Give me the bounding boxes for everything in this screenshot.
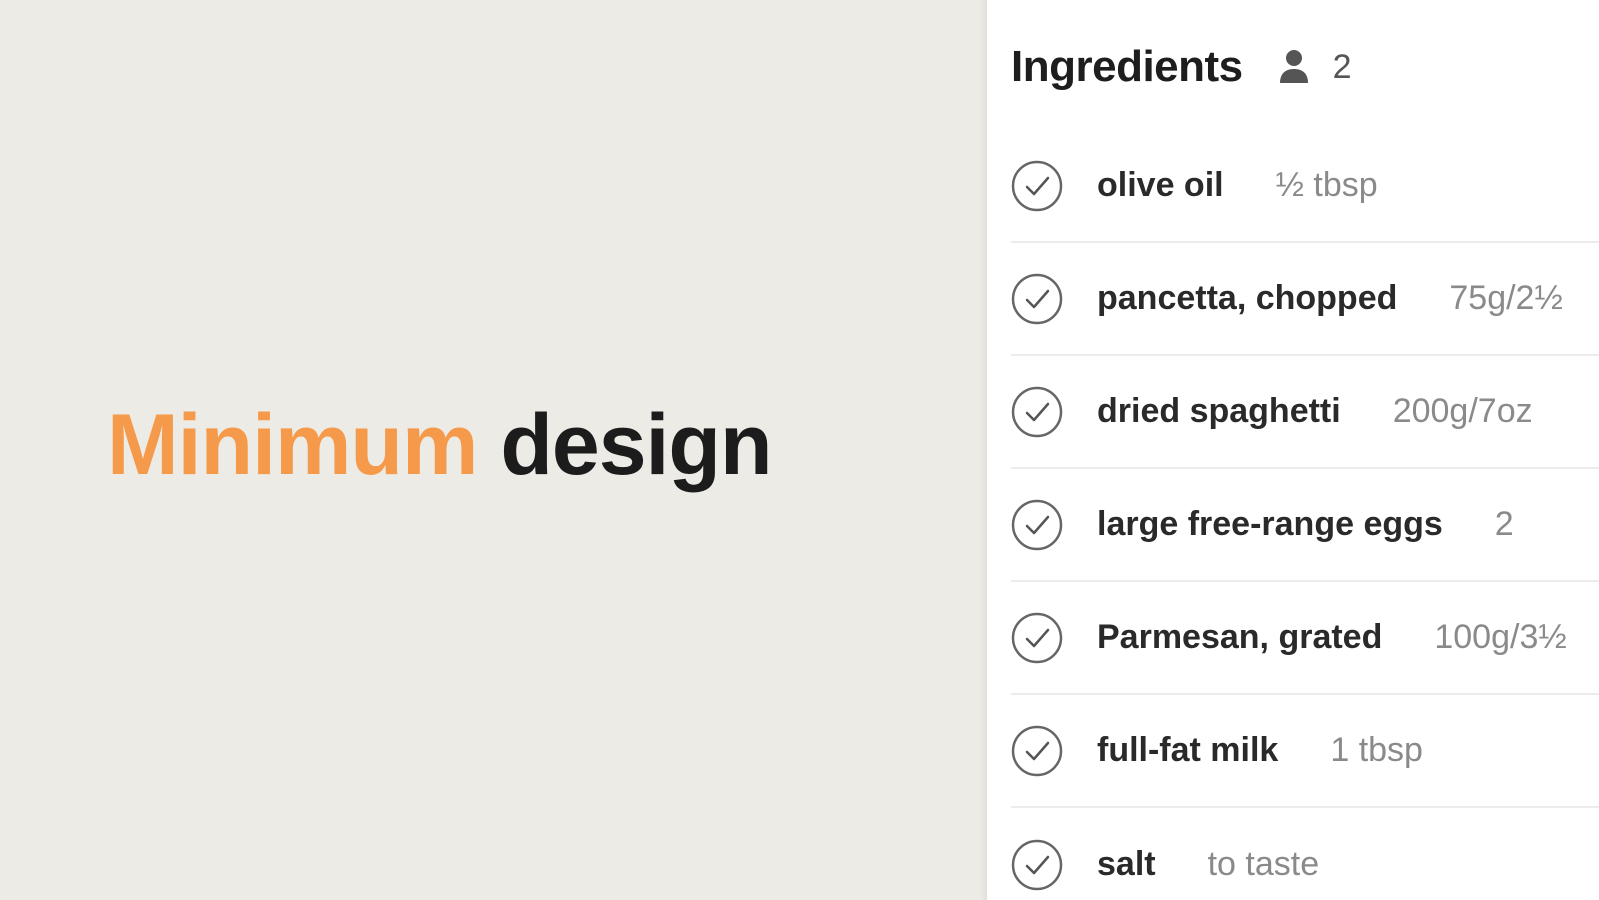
check-circle-icon[interactable] — [1011, 160, 1063, 212]
ingredient-row[interactable]: pancetta, chopped 75g/2½ — [1011, 243, 1599, 356]
ingredients-header: Ingredients 2 — [1011, 40, 1352, 94]
check-circle-icon[interactable] — [1011, 839, 1063, 891]
ingredient-quantity: 75g/2½ — [1449, 279, 1563, 317]
ingredient-quantity: to taste — [1207, 845, 1320, 883]
ingredient-row[interactable]: olive oil ½ tbsp — [1011, 130, 1599, 243]
person-icon — [1277, 47, 1311, 87]
ingredient-list: olive oil ½ tbsp pancetta, chopped 75g/2… — [1011, 130, 1599, 900]
panel-title: Ingredients — [1011, 42, 1243, 91]
ingredient-name: olive oil — [1097, 166, 1224, 204]
check-circle-icon[interactable] — [1011, 499, 1063, 551]
ingredient-name: full-fat milk — [1097, 731, 1279, 769]
ingredient-row[interactable]: Parmesan, grated 100g/3½ — [1011, 582, 1599, 695]
ingredient-row[interactable]: large free-range eggs 2 — [1011, 469, 1599, 582]
ingredient-quantity: ½ tbsp — [1275, 166, 1378, 204]
headline-rest: design — [500, 397, 772, 493]
page: Minimum design Ingredients 2 olive oil ½… — [0, 0, 1599, 900]
ingredient-name: Parmesan, grated — [1097, 618, 1383, 656]
check-circle-icon[interactable] — [1011, 273, 1063, 325]
headline: Minimum design — [107, 402, 773, 488]
ingredient-quantity: 200g/7oz — [1392, 392, 1533, 430]
headline-accent-word: Minimum — [107, 397, 478, 493]
ingredient-name: salt — [1097, 845, 1156, 883]
ingredient-row[interactable]: salt to taste — [1011, 808, 1599, 900]
hero-panel: Minimum design — [0, 0, 986, 900]
ingredient-name: dried spaghetti — [1097, 392, 1341, 430]
check-circle-icon[interactable] — [1011, 386, 1063, 438]
ingredient-name: pancetta, chopped — [1097, 279, 1398, 317]
ingredients-panel: Ingredients 2 olive oil ½ tbsp pancetta,… — [987, 0, 1599, 900]
ingredient-quantity: 100g/3½ — [1434, 618, 1567, 656]
servings-count[interactable]: 2 — [1333, 48, 1352, 87]
ingredient-row[interactable]: full-fat milk 1 tbsp — [1011, 695, 1599, 808]
ingredient-quantity: 2 — [1494, 505, 1514, 543]
ingredient-name: large free-range eggs — [1097, 505, 1443, 543]
ingredient-quantity: 1 tbsp — [1330, 731, 1423, 769]
check-circle-icon[interactable] — [1011, 612, 1063, 664]
ingredient-row[interactable]: dried spaghetti 200g/7oz — [1011, 356, 1599, 469]
check-circle-icon[interactable] — [1011, 725, 1063, 777]
